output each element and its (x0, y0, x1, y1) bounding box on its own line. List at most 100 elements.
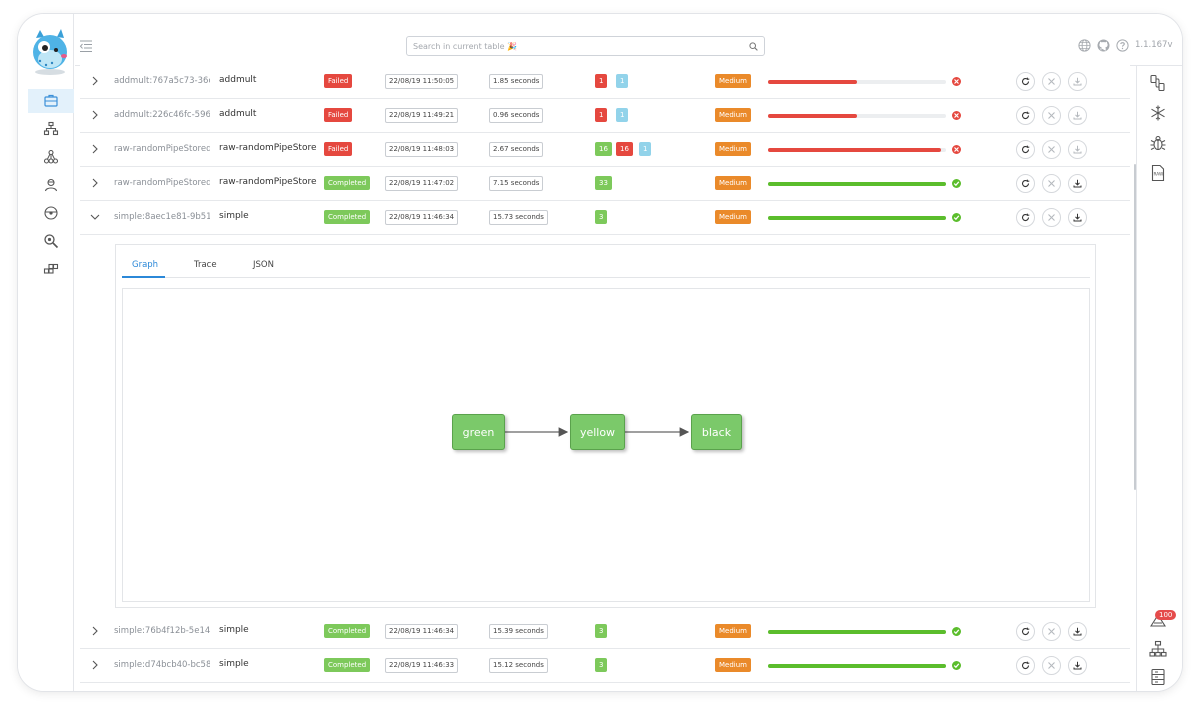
github-icon[interactable] (1097, 39, 1110, 52)
version-label: 1.1.167v (1135, 40, 1173, 50)
menu-collapse-icon[interactable] (79, 38, 93, 53)
table-row[interactable]: simple:76b4f12b-5e14... simple Completed 22… (80, 615, 1130, 649)
progress-fill (768, 664, 946, 668)
pipeline-name: simple (219, 625, 249, 635)
stop-button[interactable] (1042, 656, 1061, 675)
stop-button[interactable] (1042, 622, 1061, 641)
progress-fill (768, 114, 857, 118)
chevron-right-icon[interactable] (90, 110, 100, 120)
search-input[interactable] (413, 39, 733, 54)
download-button[interactable] (1068, 622, 1087, 641)
chevron-right-icon[interactable] (90, 144, 100, 154)
table-row[interactable]: raw-randomPipeStored... raw-randomPipeSto… (80, 133, 1130, 167)
download-icon (1073, 661, 1082, 670)
rerun-icon (1021, 77, 1030, 85)
chevron-right-icon[interactable] (90, 660, 100, 670)
progress-fill (768, 80, 857, 84)
graph-node-yellow[interactable]: yellow (570, 414, 625, 450)
tab-graph[interactable]: Graph (132, 260, 158, 270)
raw-file-icon[interactable]: RAW (1149, 164, 1167, 182)
success-icon (952, 179, 961, 188)
nav-algorithms-icon[interactable] (28, 145, 74, 169)
download-icon (1073, 77, 1082, 86)
graph-node-black[interactable]: black (691, 414, 742, 450)
job-id[interactable]: raw-randomPipeStored... (114, 178, 210, 188)
duration: 1.85 seconds (489, 74, 544, 89)
table-row[interactable]: addmult:226c46fc-596... addmult Failed 22/0… (80, 99, 1130, 133)
node-status-count: 16 (595, 142, 612, 156)
node-status-count: 16 (616, 142, 633, 156)
progress-bar (768, 216, 946, 220)
nav-workers-icon[interactable] (28, 173, 74, 197)
nav-drivers-icon[interactable] (28, 201, 74, 225)
rerun-button[interactable] (1016, 72, 1035, 91)
rerun-button[interactable] (1016, 622, 1035, 641)
download-button[interactable] (1068, 174, 1087, 193)
server-icon[interactable] (1149, 668, 1167, 686)
rerun-icon (1021, 661, 1030, 669)
start-time: 22/08/19 11:47:02 (385, 176, 459, 191)
download-button[interactable] (1068, 72, 1087, 91)
tab-trace[interactable]: Trace (194, 260, 217, 270)
search-icon[interactable] (749, 42, 758, 51)
node-status-count: 1 (595, 74, 608, 88)
download-button[interactable] (1068, 106, 1087, 125)
table-row[interactable]: simple:d74bcb40-bc58... simple Completed 22… (80, 649, 1130, 683)
globe-icon[interactable] (1078, 39, 1091, 52)
job-id[interactable]: simple:d74bcb40-bc58... (114, 660, 210, 670)
stop-button[interactable] (1042, 174, 1061, 193)
start-time: 22/08/19 11:50:05 (385, 74, 459, 89)
nav-debug-search-icon[interactable] (28, 229, 74, 253)
progress-bar (768, 664, 946, 668)
close-icon (1048, 180, 1055, 187)
rerun-icon (1021, 179, 1030, 187)
rerun-button[interactable] (1016, 140, 1035, 159)
priority-badge: Medium (715, 210, 751, 224)
job-id[interactable]: simple:8aec1e81-9b51... (114, 212, 210, 222)
table-row[interactable]: simple:8aec1e81-9b51... simple Completed 22… (80, 201, 1130, 235)
nav-jobs-icon[interactable] (28, 89, 74, 113)
download-button[interactable] (1068, 140, 1087, 159)
job-id[interactable]: simple:76b4f12b-5e14... (114, 626, 210, 636)
progress-fill (768, 148, 941, 152)
bug-icon[interactable] (1149, 134, 1167, 152)
vertical-scrollbar[interactable] (1134, 164, 1136, 490)
node-status-count: 33 (595, 176, 612, 190)
sitemap-icon[interactable] (1149, 640, 1167, 658)
download-button[interactable] (1068, 656, 1087, 675)
help-icon[interactable] (1116, 39, 1129, 52)
chevron-right-icon[interactable] (90, 178, 100, 188)
failed-icon (952, 111, 961, 120)
stop-button[interactable] (1042, 140, 1061, 159)
download-icon (1073, 213, 1082, 222)
search-box (406, 36, 765, 56)
table-row[interactable]: raw-randomPipeStored... raw-randomPipeSto… (80, 167, 1130, 201)
tab-json[interactable]: JSON (253, 260, 274, 270)
graph-node-green[interactable]: green (452, 414, 505, 450)
rerun-button[interactable] (1016, 208, 1035, 227)
stop-button[interactable] (1042, 208, 1061, 227)
progress-bar (768, 114, 946, 118)
rerun-button[interactable] (1016, 174, 1035, 193)
debug-nodes-icon[interactable] (1149, 74, 1167, 92)
snowflake-icon[interactable] (1149, 104, 1167, 122)
pipeline-graph[interactable]: green yellow black (122, 288, 1090, 602)
duration: 15.39 seconds (489, 624, 548, 639)
rerun-button[interactable] (1016, 106, 1035, 125)
stop-button[interactable] (1042, 106, 1061, 125)
table-row[interactable]: addmult:767a5c73-36c... addmult Failed 22/0… (80, 65, 1130, 99)
job-id[interactable]: raw-randomPipeStored... (114, 144, 210, 154)
chevron-right-icon[interactable] (90, 626, 100, 636)
chevron-right-icon[interactable] (90, 76, 100, 86)
priority-badge: Medium (715, 176, 751, 190)
stop-button[interactable] (1042, 72, 1061, 91)
success-icon (952, 627, 961, 636)
chevron-down-icon[interactable] (90, 212, 100, 222)
nav-pipelines-icon[interactable] (28, 117, 74, 141)
rerun-button[interactable] (1016, 656, 1035, 675)
download-button[interactable] (1068, 208, 1087, 227)
job-id[interactable]: addmult:767a5c73-36c... (114, 76, 210, 86)
job-id[interactable]: addmult:226c46fc-596... (114, 110, 210, 120)
right-sidebar: RAW 100 (1136, 66, 1182, 691)
nav-experiments-icon[interactable] (28, 257, 74, 281)
